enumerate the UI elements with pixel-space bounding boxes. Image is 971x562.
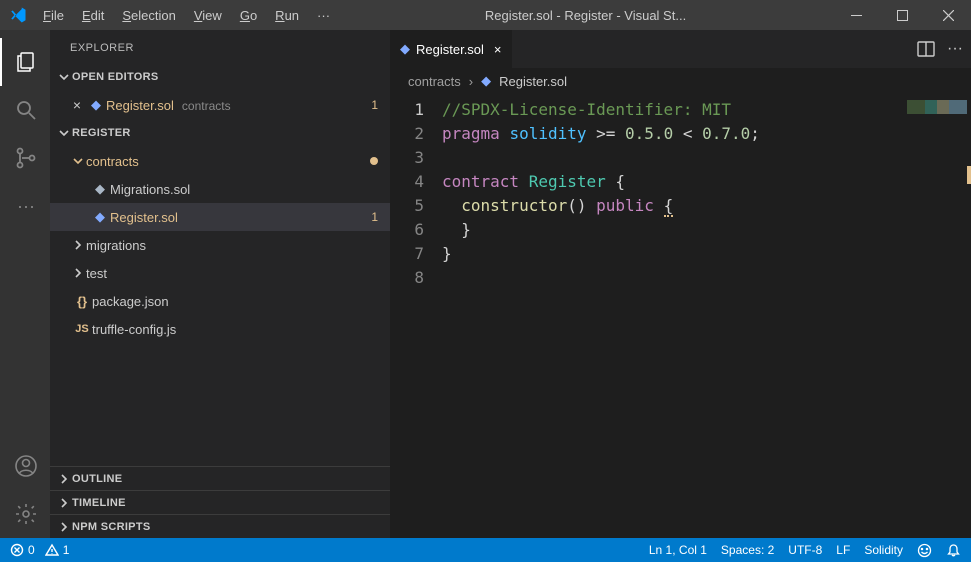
activity-search[interactable] bbox=[0, 86, 50, 134]
file-migrations-sol[interactable]: ◆ Migrations.sol bbox=[50, 175, 390, 203]
editor-tabs: ◆ Register.sol × ··· bbox=[390, 30, 971, 68]
minimap[interactable] bbox=[907, 100, 967, 114]
status-encoding[interactable]: UTF-8 bbox=[788, 543, 822, 557]
menu-go[interactable]: Go bbox=[232, 0, 265, 30]
folder-migrations[interactable]: migrations bbox=[50, 231, 390, 259]
status-notifications-icon[interactable] bbox=[946, 543, 961, 558]
code-lines[interactable]: //SPDX-License-Identifier: MITpragma sol… bbox=[442, 98, 971, 538]
status-language[interactable]: Solidity bbox=[864, 543, 903, 557]
modified-badge: 1 bbox=[371, 98, 378, 112]
status-indent[interactable]: Spaces: 2 bbox=[721, 543, 774, 557]
close-icon[interactable]: × bbox=[494, 42, 502, 57]
menu-file[interactable]: File bbox=[35, 0, 72, 30]
folder-test[interactable]: test bbox=[50, 259, 390, 287]
menu-edit[interactable]: Edit bbox=[74, 0, 112, 30]
file-register-sol[interactable]: ◆ Register.sol 1 bbox=[50, 203, 390, 231]
explorer-sidebar: EXPLORER OPEN EDITORS × ◆ Register.solco… bbox=[50, 30, 390, 538]
explorer-title: EXPLORER bbox=[50, 30, 390, 65]
menu-run[interactable]: Run bbox=[267, 0, 307, 30]
folder-contracts[interactable]: contracts bbox=[50, 147, 390, 175]
tab-register-sol[interactable]: ◆ Register.sol × bbox=[390, 30, 512, 68]
overview-ruler-warning bbox=[967, 166, 971, 184]
menu-overflow[interactable]: ··· bbox=[309, 0, 338, 30]
split-editor-icon[interactable] bbox=[917, 40, 935, 58]
line-gutter: 12345678 bbox=[390, 98, 442, 538]
solidity-icon: ◆ bbox=[481, 73, 491, 89]
modified-badge: 1 bbox=[371, 210, 378, 224]
status-eol[interactable]: LF bbox=[836, 543, 850, 557]
editor-group: ◆ Register.sol × ··· contracts › ◆ Regis… bbox=[390, 30, 971, 538]
tab-label: Register.sol bbox=[416, 42, 484, 57]
more-actions-icon[interactable]: ··· bbox=[947, 40, 963, 58]
status-bar: 0 1 Ln 1, Col 1 Spaces: 2 UTF-8 LF Solid… bbox=[0, 538, 971, 562]
npm-scripts-section[interactable]: NPM SCRIPTS bbox=[50, 514, 390, 538]
window-title: Register.sol - Register - Visual St... bbox=[338, 8, 833, 23]
window-controls bbox=[833, 0, 971, 30]
activity-settings[interactable] bbox=[0, 490, 50, 538]
menu-bar: File Edit Selection View Go Run ··· bbox=[35, 0, 338, 30]
timeline-section[interactable]: TIMELINE bbox=[50, 490, 390, 514]
breadcrumb[interactable]: contracts › ◆ Register.sol bbox=[390, 68, 971, 94]
activity-explorer[interactable] bbox=[0, 38, 50, 86]
close-button[interactable] bbox=[925, 0, 971, 30]
js-icon: JS bbox=[72, 323, 92, 335]
chevron-right-icon: › bbox=[469, 74, 473, 89]
file-package-json[interactable]: {} package.json bbox=[50, 287, 390, 315]
solidity-icon: ◆ bbox=[90, 209, 110, 225]
activity-more[interactable]: ··· bbox=[0, 182, 50, 230]
minimize-button[interactable] bbox=[833, 0, 879, 30]
json-icon: {} bbox=[72, 294, 92, 309]
modified-dot-icon bbox=[370, 157, 378, 165]
code-editor[interactable]: 12345678 //SPDX-License-Identifier: MITp… bbox=[390, 94, 971, 538]
vscode-logo-icon bbox=[0, 6, 35, 24]
open-editor-item[interactable]: × ◆ Register.solcontracts 1 bbox=[50, 91, 390, 119]
file-truffle-config[interactable]: JS truffle-config.js bbox=[50, 315, 390, 343]
breadcrumb-segment[interactable]: Register.sol bbox=[499, 74, 567, 89]
status-cursor[interactable]: Ln 1, Col 1 bbox=[649, 543, 707, 557]
status-feedback-icon[interactable] bbox=[917, 543, 932, 558]
activity-bar: ··· bbox=[0, 30, 50, 538]
close-icon[interactable]: × bbox=[68, 97, 86, 113]
breadcrumb-segment[interactable]: contracts bbox=[408, 74, 461, 89]
solidity-icon: ◆ bbox=[86, 97, 106, 113]
maximize-button[interactable] bbox=[879, 0, 925, 30]
status-problems[interactable]: 0 1 bbox=[10, 543, 69, 557]
activity-account[interactable] bbox=[0, 442, 50, 490]
solidity-icon: ◆ bbox=[400, 41, 410, 57]
open-editors-section[interactable]: OPEN EDITORS bbox=[50, 65, 390, 89]
menu-selection[interactable]: Selection bbox=[114, 0, 183, 30]
solidity-icon: ◆ bbox=[90, 181, 110, 197]
activity-source-control[interactable] bbox=[0, 134, 50, 182]
titlebar: File Edit Selection View Go Run ··· Regi… bbox=[0, 0, 971, 30]
menu-view[interactable]: View bbox=[186, 0, 230, 30]
project-section[interactable]: REGISTER bbox=[50, 121, 390, 145]
outline-section[interactable]: OUTLINE bbox=[50, 466, 390, 490]
